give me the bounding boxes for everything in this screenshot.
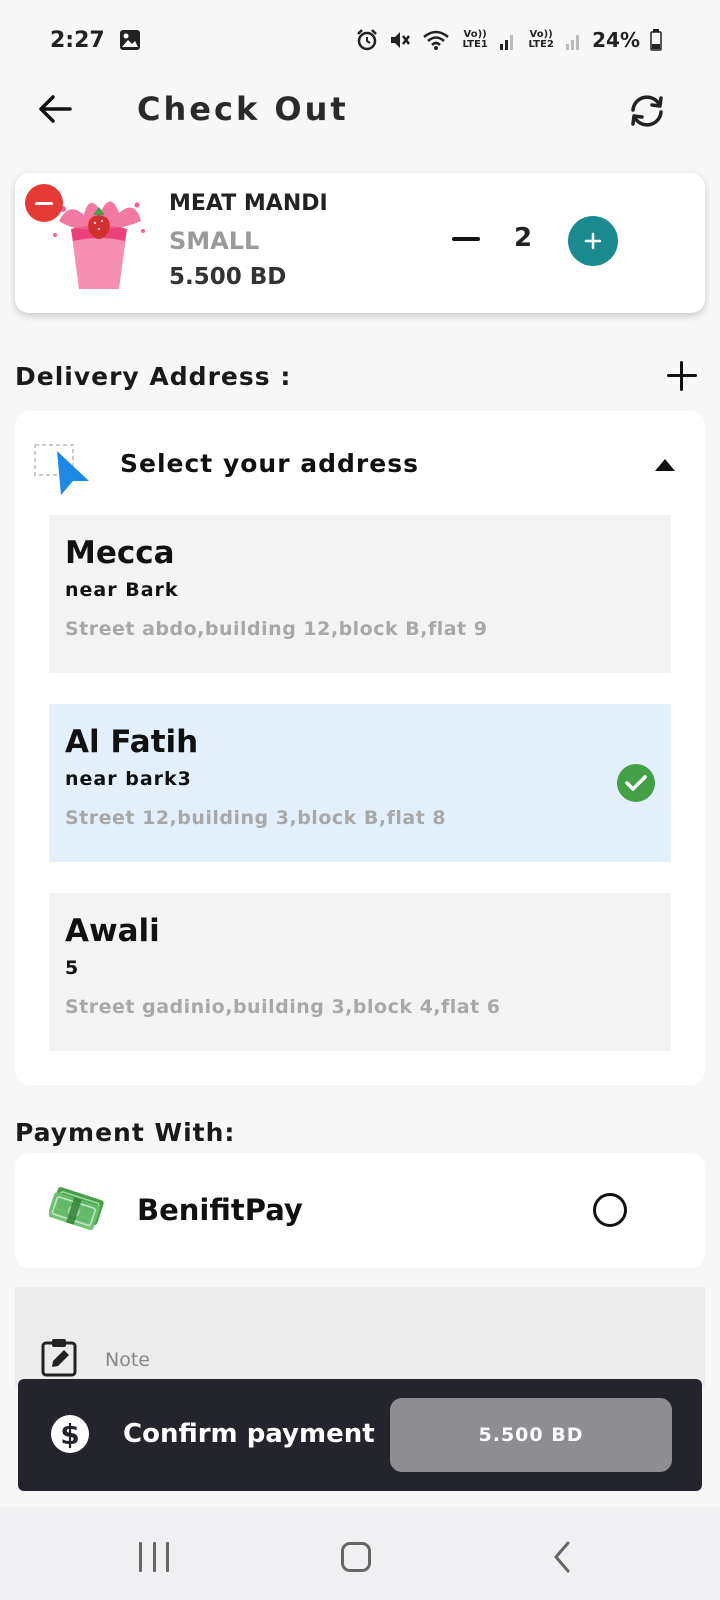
money-icon <box>49 1187 104 1231</box>
address-card: Select your address Mecca near Bark Stre… <box>15 411 705 1085</box>
address-street: Street gadinio,building 3,block 4,flat 6 <box>65 996 501 1018</box>
mute-icon <box>391 32 411 48</box>
battery-icon <box>650 29 662 51</box>
back-nav-icon[interactable] <box>548 1539 576 1575</box>
address-street: Street abdo,building 12,block B,flat 9 <box>65 618 488 640</box>
add-address-button[interactable] <box>664 358 700 394</box>
payment-method-label: BenifitPay <box>137 1193 303 1227</box>
select-address-label: Select your address <box>120 449 419 478</box>
confirm-payment-label: Confirm payment <box>123 1419 375 1449</box>
arrow-left-icon <box>39 95 72 123</box>
back-button[interactable] <box>30 84 80 134</box>
note-field[interactable]: Note <box>15 1287 705 1387</box>
signal-icon-2 <box>566 35 580 50</box>
note-edit-icon <box>41 1339 77 1377</box>
remove-item-button[interactable] <box>25 184 63 222</box>
decrease-quantity-button[interactable] <box>448 221 484 257</box>
wifi-icon <box>423 30 449 50</box>
address-item-selected[interactable]: Al Fatih near bark3 Street 12,building 3… <box>49 704 671 862</box>
address-city: Mecca <box>65 535 175 571</box>
signal-icon <box>500 35 514 50</box>
refresh-button[interactable] <box>620 84 674 138</box>
confirm-payment-bar: $ Confirm payment 5.500 BD <box>18 1379 702 1491</box>
app-bar: Check Out <box>0 70 720 154</box>
cart-item-card: MEAT MANDI SMALL 5.500 BD 2 <box>15 173 705 313</box>
lte2-label: Vo)) LTE2 <box>528 29 554 50</box>
recent-apps-icon[interactable] <box>139 1542 169 1572</box>
increase-quantity-button[interactable] <box>568 216 618 266</box>
lte1-label: Vo)) LTE1 <box>462 29 488 50</box>
product-image <box>53 201 145 289</box>
home-icon[interactable] <box>341 1542 371 1572</box>
payment-radio[interactable] <box>593 1193 627 1227</box>
payment-option[interactable]: BenifitPay <box>15 1153 705 1268</box>
product-price: 5.500 BD <box>169 264 287 290</box>
payment-title: Payment With: <box>15 1118 236 1147</box>
dollar-icon: $ <box>51 1415 89 1453</box>
alarm-icon <box>357 29 378 51</box>
location-pointer-icon <box>34 444 89 495</box>
address-city: Al Fatih <box>65 724 199 760</box>
quantity-value: 2 <box>513 223 533 253</box>
address-landmark: 5 <box>65 957 80 979</box>
address-item[interactable]: Mecca near Bark Street abdo,building 12,… <box>49 515 671 673</box>
check-circle-icon <box>617 764 655 802</box>
product-size: SMALL <box>169 227 260 255</box>
system-nav-bar <box>0 1507 720 1600</box>
address-dropdown-header[interactable]: Select your address <box>15 411 705 511</box>
plus-icon <box>584 232 602 250</box>
note-placeholder: Note <box>105 1349 150 1371</box>
page-title: Check Out <box>137 90 349 128</box>
product-name: MEAT MANDI <box>169 191 328 216</box>
address-city: Awali <box>65 913 160 949</box>
address-landmark: near bark3 <box>65 768 192 790</box>
battery-percent: 24% <box>592 28 640 52</box>
caret-up-icon[interactable] <box>655 459 675 471</box>
refresh-icon <box>631 95 663 127</box>
address-landmark: near Bark <box>65 579 179 601</box>
delivery-address-title: Delivery Address : <box>15 362 292 391</box>
address-street: Street 12,building 3,block B,flat 8 <box>65 807 447 829</box>
image-icon <box>119 30 140 50</box>
confirm-payment-button[interactable]: 5.500 BD <box>390 1398 672 1472</box>
status-time: 2:27 <box>50 27 105 53</box>
status-bar: 2:27 Vo)) LTE1 Vo)) LTE2 24% <box>0 0 720 80</box>
address-item[interactable]: Awali 5 Street gadinio,building 3,block … <box>49 893 671 1051</box>
